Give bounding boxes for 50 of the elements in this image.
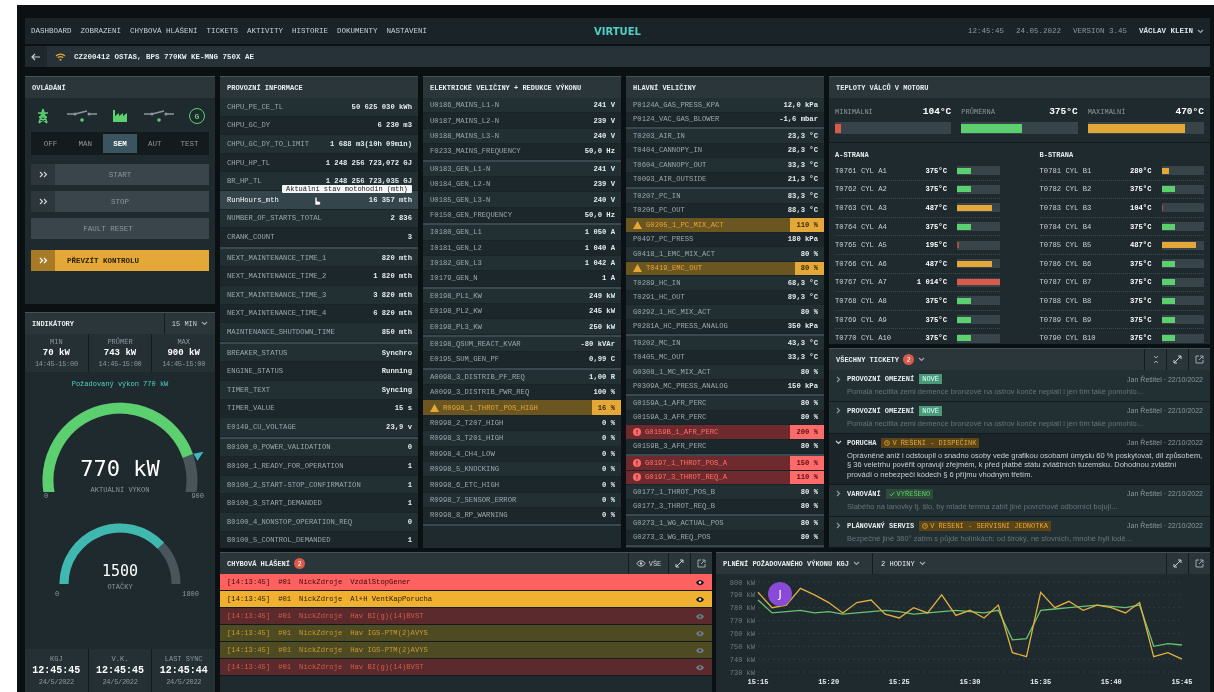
eye-icon[interactable] (695, 595, 705, 603)
expand-icon (675, 559, 684, 568)
sync-time: 12:45:44 (159, 665, 208, 676)
error-icon (633, 473, 641, 482)
chevron-down-icon (1197, 28, 1204, 34)
external-link-icon (1195, 559, 1204, 568)
chevron-down-icon (853, 561, 861, 566)
switch-icon (143, 110, 174, 122)
sync-time: 12:45:45 (32, 665, 81, 676)
double-chevron-icon (38, 257, 48, 264)
stat-value: 900 kW (167, 348, 200, 358)
chevron-right-icon (835, 490, 842, 498)
back-button[interactable] (25, 46, 47, 67)
double-chevron-icon (38, 171, 48, 178)
hand-cursor-icon (312, 195, 321, 206)
logo: VIRTUEL (594, 25, 641, 37)
wifi-icon (55, 52, 66, 61)
eye-icon (635, 560, 646, 567)
external-link-icon (1195, 355, 1204, 364)
expand-icon (1173, 355, 1182, 364)
warning-icon (633, 264, 642, 273)
target-marker-icon (193, 451, 204, 461)
chevron-right-icon (835, 522, 842, 529)
chevron-right-icon (835, 375, 842, 383)
chevron-down-icon (835, 439, 842, 446)
sync-time: 12:45:45 (96, 665, 144, 676)
stat-value: 743 kW (103, 348, 137, 358)
summary-value: 104°C (922, 106, 952, 117)
collapse-icon (1151, 355, 1160, 364)
summary-value: 470°C (1175, 106, 1204, 117)
expand-icon (1173, 559, 1182, 568)
gauge-value: 1500 (101, 562, 139, 580)
external-link-icon (697, 559, 706, 568)
summary-value: 375°C (1049, 106, 1078, 117)
chevron-down-icon (918, 561, 926, 566)
switch-icon (66, 110, 97, 122)
gauge-value: 770 kW (80, 456, 160, 481)
stat-value: 70 kW (42, 348, 70, 358)
avatar[interactable]: J (768, 582, 792, 606)
chevron-down-icon[interactable] (918, 357, 925, 362)
factory-icon (112, 109, 128, 123)
chevron-down-icon (201, 321, 208, 326)
pylon-icon (35, 108, 51, 124)
arrow-left-icon (31, 52, 41, 61)
chevron-right-icon (835, 407, 842, 415)
warning-icon (430, 403, 439, 412)
ticket-item[interactable] (829, 433, 1210, 485)
warning-icon (633, 220, 642, 229)
eye-icon[interactable] (695, 578, 705, 586)
double-chevron-icon (38, 198, 48, 205)
